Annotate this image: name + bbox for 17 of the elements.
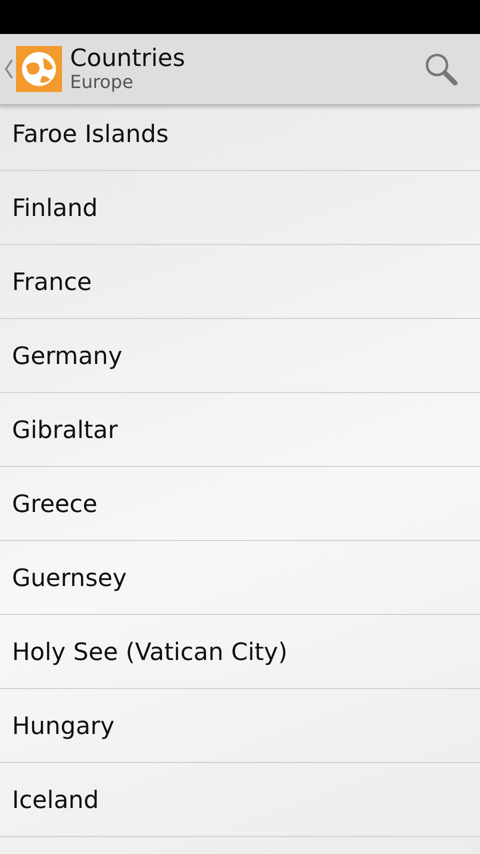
country-list-item[interactable]: Finland bbox=[12, 194, 98, 222]
back-chevron-icon bbox=[4, 58, 14, 80]
country-list-item[interactable]: France bbox=[12, 268, 92, 296]
country-list-item[interactable]: Hungary bbox=[12, 712, 114, 740]
country-list-item[interactable]: Germany bbox=[12, 342, 122, 370]
screen-subtitle: Europe bbox=[70, 72, 134, 94]
country-list-item[interactable]: Iceland bbox=[12, 786, 99, 814]
country-list-item[interactable]: Faroe Islands bbox=[12, 120, 169, 148]
search-icon bbox=[424, 52, 458, 86]
country-list-item[interactable]: Greece bbox=[12, 490, 98, 518]
country-list-item[interactable]: Guernsey bbox=[12, 564, 127, 592]
country-list-item[interactable]: Gibraltar bbox=[12, 416, 118, 444]
search-button[interactable] bbox=[424, 52, 458, 86]
country-list-item[interactable]: Holy See (Vatican City) bbox=[12, 638, 288, 666]
globe-icon bbox=[16, 46, 62, 92]
screen-title: Countries bbox=[70, 44, 186, 72]
app-icon-up-button[interactable] bbox=[4, 46, 62, 92]
